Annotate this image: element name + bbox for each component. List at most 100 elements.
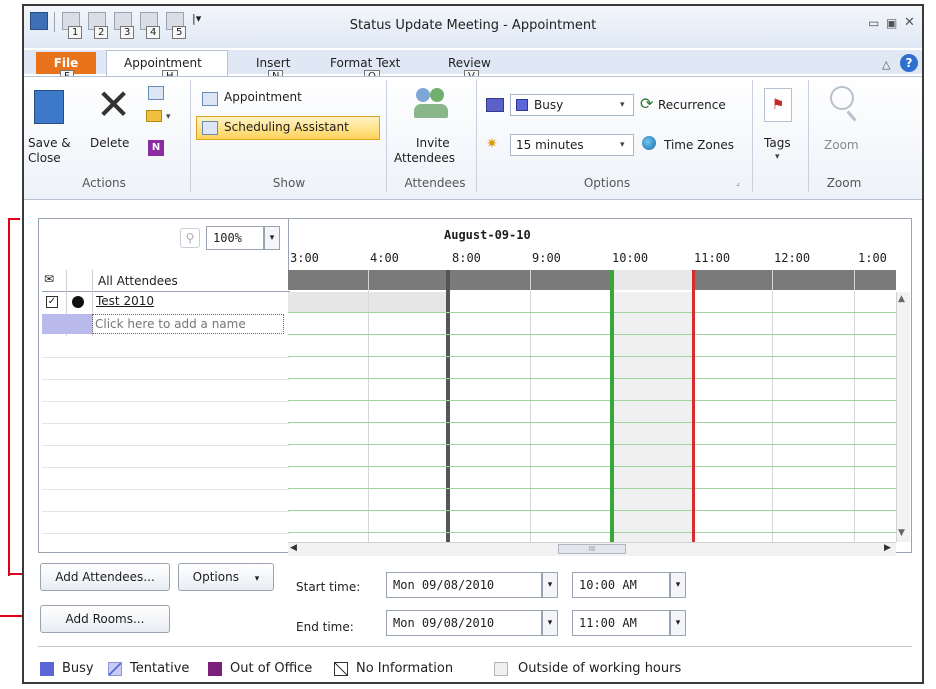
scroll-down-icon[interactable]: ▼ [898, 528, 905, 538]
delete-label[interactable]: Delete [90, 136, 129, 150]
tab-format-text[interactable]: Format Text [330, 56, 400, 70]
delete-icon[interactable]: ✕ [96, 84, 131, 126]
save-close-label-2[interactable]: Close [28, 151, 61, 165]
grid-hour-line [772, 270, 773, 542]
onenote-icon[interactable]: N [148, 140, 164, 156]
scheduler-zoom-dropdown-icon[interactable]: ▾ [264, 226, 280, 250]
attendee-name[interactable]: Test 2010 [96, 294, 154, 308]
save-close-label-1[interactable]: Save & [28, 136, 71, 150]
tags-dropdown-icon[interactable]: ▾ [775, 152, 780, 162]
tags-flag-icon[interactable]: ⚑ [764, 88, 792, 122]
meeting-start-line[interactable] [610, 270, 614, 542]
tab-insert[interactable]: Insert [256, 56, 290, 70]
meeting-end-line[interactable] [692, 270, 695, 542]
reminder-dropdown-icon[interactable]: ▾ [620, 140, 625, 150]
grid-row-line [288, 400, 896, 401]
show-as-value: Busy [534, 98, 564, 112]
legend-tentative-swatch [108, 662, 122, 676]
appointment-window: |▾ 1 2 3 4 5 Status Update Meeting - App… [22, 4, 924, 684]
tab-appointment[interactable]: Appointment [124, 56, 202, 70]
invite-attendees-label-1[interactable]: Invite [416, 136, 450, 150]
end-time-field[interactable]: 11:00 AM [572, 610, 670, 636]
maximize-icon[interactable]: ▣ [886, 16, 897, 30]
recurrence-button[interactable]: Recurrence [658, 98, 726, 112]
ribbon-minimize-icon[interactable]: △ [882, 58, 890, 71]
start-date-dropdown-icon[interactable]: ▾ [542, 572, 558, 598]
start-date-field[interactable]: Mon 09/08/2010 [386, 572, 542, 598]
group-separator [476, 80, 477, 192]
add-rooms-button[interactable]: Add Rooms... [40, 605, 170, 633]
required-attendee-icon[interactable] [72, 296, 84, 308]
options-dropdown-icon: ▾ [254, 574, 260, 584]
grid-row-line [288, 378, 896, 379]
annotation-bracket [8, 218, 20, 576]
time-tick: 10:00 [612, 251, 649, 265]
grid-row-line [288, 488, 896, 489]
minimize-icon[interactable]: ▭ [868, 16, 879, 30]
time-zones-button[interactable]: Time Zones [664, 138, 734, 152]
calendar-small-icon[interactable] [148, 86, 164, 100]
start-time-field[interactable]: 10:00 AM [572, 572, 670, 598]
options-dialog-launcher-icon[interactable]: ⌟ [736, 178, 740, 187]
options-button[interactable]: Options ▾ [178, 563, 274, 591]
group-label-zoom: Zoom [826, 176, 862, 190]
zoom-button[interactable]: Zoom [824, 138, 859, 152]
invite-attendees-icon[interactable] [414, 86, 448, 124]
add-attendees-button[interactable]: Add Attendees... [40, 563, 170, 591]
attendee-list-rows [42, 336, 290, 542]
help-icon[interactable]: ? [900, 54, 918, 72]
time-zones-icon[interactable] [642, 136, 656, 150]
envelope-icon[interactable]: ✉ [44, 272, 54, 286]
tab-review[interactable]: Review [448, 56, 491, 70]
save-close-icon[interactable] [34, 90, 64, 124]
legend-outside-hours-label: Outside of working hours [518, 661, 682, 676]
scheduler-zoom-field[interactable]: 100% [206, 226, 264, 250]
appointment-view-button[interactable]: Appointment [224, 90, 302, 104]
group-label-actions: Actions [82, 176, 126, 190]
day-break [446, 270, 450, 542]
grid-row-line [288, 444, 896, 445]
scroll-right-icon[interactable]: ▶ [884, 543, 891, 553]
attendee-checkbox[interactable]: ✓ [46, 296, 58, 308]
end-time-label: End time: [296, 620, 354, 634]
header-separator [288, 218, 289, 270]
invite-attendees-label-2[interactable]: Attendees [394, 151, 455, 165]
grid-row-line [288, 532, 896, 533]
scroll-up-icon[interactable]: ▲ [898, 294, 905, 304]
end-date-dropdown-icon[interactable]: ▾ [542, 610, 558, 636]
scheduling-assistant-icon [202, 121, 218, 135]
show-as-icon [486, 98, 504, 112]
zoom-magnifier-icon[interactable] [830, 86, 854, 110]
legend-out-of-office-swatch [208, 662, 222, 676]
group-label-options: Options [583, 176, 631, 190]
time-tick: 8:00 [452, 251, 481, 265]
recurrence-icon[interactable]: ⟳ [640, 94, 653, 113]
end-time-dropdown-icon[interactable]: ▾ [670, 610, 686, 636]
grid-row-line [288, 466, 896, 467]
forward-icon[interactable] [146, 110, 162, 122]
grid-row-line [288, 356, 896, 357]
appointment-icon[interactable] [202, 92, 218, 106]
grid-row-line [288, 334, 896, 335]
scheduler-zoom-icon: ⚲ [180, 228, 200, 248]
show-as-dropdown[interactable] [510, 94, 634, 116]
end-date-field[interactable]: Mon 09/08/2010 [386, 610, 542, 636]
time-tick: 12:00 [774, 251, 811, 265]
time-tick: 4:00 [370, 251, 399, 265]
vertical-scrollbar[interactable] [896, 292, 910, 542]
start-time-dropdown-icon[interactable]: ▾ [670, 572, 686, 598]
forward-dropdown-icon[interactable]: ▾ [166, 112, 171, 122]
horizontal-scroll-thumb[interactable]: III [558, 544, 626, 554]
time-tick: 11:00 [694, 251, 731, 265]
grid-hour-line [854, 270, 855, 542]
scroll-left-icon[interactable]: ◀ [290, 543, 297, 553]
grid-hour-line [530, 270, 531, 542]
attendee-busy-block [288, 292, 446, 312]
show-as-dropdown-icon[interactable]: ▾ [620, 100, 625, 110]
scheduling-assistant-label: Scheduling Assistant [224, 120, 349, 134]
tags-button[interactable]: Tags [764, 136, 791, 150]
add-name-input[interactable]: Click here to add a name [92, 314, 284, 334]
group-separator [808, 80, 809, 192]
options-button-label: Options [192, 570, 239, 584]
close-icon[interactable]: ✕ [904, 15, 915, 30]
